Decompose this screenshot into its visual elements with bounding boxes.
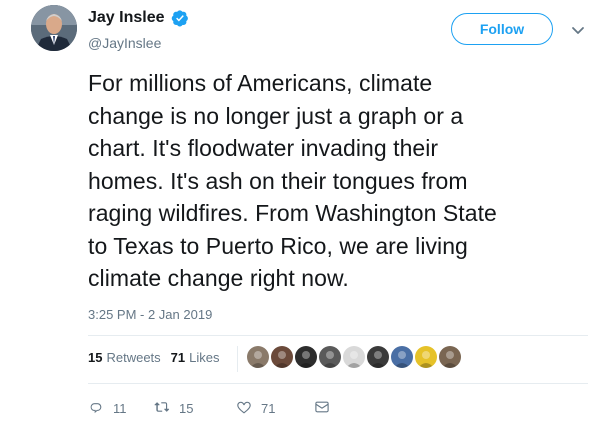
retweets-label: Retweets	[106, 350, 161, 365]
liker-avatar-4[interactable]	[319, 346, 341, 368]
liker-avatar-3[interactable]	[295, 346, 317, 368]
retweet-icon	[154, 399, 170, 418]
reply-count: 11	[113, 401, 127, 416]
tweet-actions: 11 15 71	[88, 399, 330, 418]
retweets-count: 15	[88, 350, 103, 365]
retweet-count: 15	[179, 401, 194, 416]
retweets-stat[interactable]: 15 Retweets	[88, 350, 161, 365]
direct-message-button[interactable]	[314, 399, 330, 418]
verified-badge-icon	[171, 9, 189, 27]
tweet-text: For millions of Americans, climate chang…	[88, 70, 497, 291]
chevron-down-icon[interactable]	[571, 23, 585, 34]
heart-icon	[236, 399, 252, 418]
author-avatar[interactable]	[31, 5, 77, 51]
author-handle[interactable]: @JayInslee	[88, 35, 161, 51]
follow-button[interactable]: Follow	[451, 13, 553, 45]
retweet-button[interactable]: 15	[154, 399, 236, 418]
likes-label: Likes	[189, 350, 220, 365]
tweet-timestamp[interactable]: 3:25 PM - 2 Jan 2019	[88, 307, 212, 322]
liker-avatar-5[interactable]	[343, 346, 365, 368]
liker-avatar-6[interactable]	[367, 346, 389, 368]
like-button[interactable]: 71	[236, 399, 314, 418]
liker-avatar-2[interactable]	[271, 346, 293, 368]
likes-count: 71	[170, 350, 186, 365]
likes-stat[interactable]: 71 Likes	[171, 350, 220, 365]
liker-avatars	[247, 346, 461, 368]
reply-button[interactable]: 11	[88, 399, 154, 418]
engagement-stats: 15 Retweets 71 Likes	[88, 350, 230, 365]
author-name[interactable]: Jay Inslee	[88, 9, 165, 27]
liker-avatar-9[interactable]	[439, 346, 461, 368]
divider	[88, 383, 588, 384]
liker-avatar-7[interactable]	[391, 346, 413, 368]
liker-avatar-1[interactable]	[247, 346, 269, 368]
stats-separator	[237, 346, 238, 372]
envelope-icon	[314, 399, 330, 418]
divider	[88, 335, 588, 336]
liker-avatar-8[interactable]	[415, 346, 437, 368]
like-count: 71	[261, 401, 276, 416]
reply-icon	[88, 399, 104, 418]
